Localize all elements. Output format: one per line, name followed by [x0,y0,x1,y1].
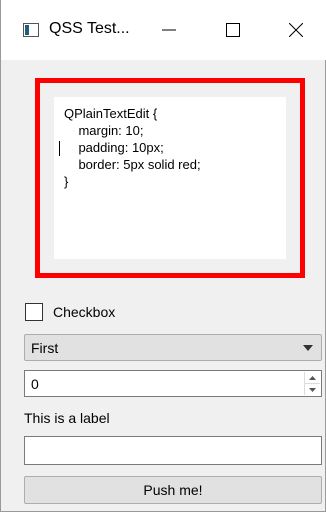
close-button[interactable] [276,10,316,50]
line-edit[interactable] [24,436,322,465]
text-cursor [59,141,60,156]
text-edit-viewport[interactable]: QPlainTextEdit { margin: 10; padding: 10… [54,97,286,259]
chevron-down-icon [303,345,313,351]
title-bar[interactable]: QSS Test... [1,0,326,60]
code-line: padding: 10px; [64,140,164,155]
code-line: } [64,174,69,189]
window: QSS Test... QPlainTextEdit { margin: 10;… [0,0,326,512]
checkbox-label[interactable]: Checkbox [53,304,115,320]
code-line: QPlainTextEdit { [64,106,158,121]
checkbox-box[interactable] [25,303,43,321]
spinbox[interactable]: 0 [24,370,322,397]
maximize-button[interactable] [213,10,253,50]
window-title: QSS Test... [49,20,130,37]
combobox-value: First [31,340,59,356]
app-window-icon [23,23,39,37]
minimize-icon [162,29,176,31]
text-edit-content: QPlainTextEdit { margin: 10; padding: 10… [64,105,201,190]
spinbox-value: 0 [31,376,39,392]
arrow-up-icon [309,375,316,380]
arrow-down-icon [309,387,316,392]
minimize-button[interactable] [149,10,189,50]
spin-down-button[interactable] [305,384,320,395]
combobox[interactable]: First [24,334,322,361]
plain-text-edit[interactable]: QPlainTextEdit { margin: 10; padding: 10… [35,78,305,278]
maximize-icon [226,23,240,37]
spinbox-buttons [304,372,320,395]
code-line: border: 5px solid red; [64,157,201,172]
close-icon [289,23,303,37]
checkbox[interactable]: Checkbox [25,302,115,322]
code-line: margin: 10; [64,123,144,138]
spin-up-button[interactable] [305,372,320,384]
push-button[interactable]: Push me! [24,476,322,504]
static-label: This is a label [24,410,110,426]
